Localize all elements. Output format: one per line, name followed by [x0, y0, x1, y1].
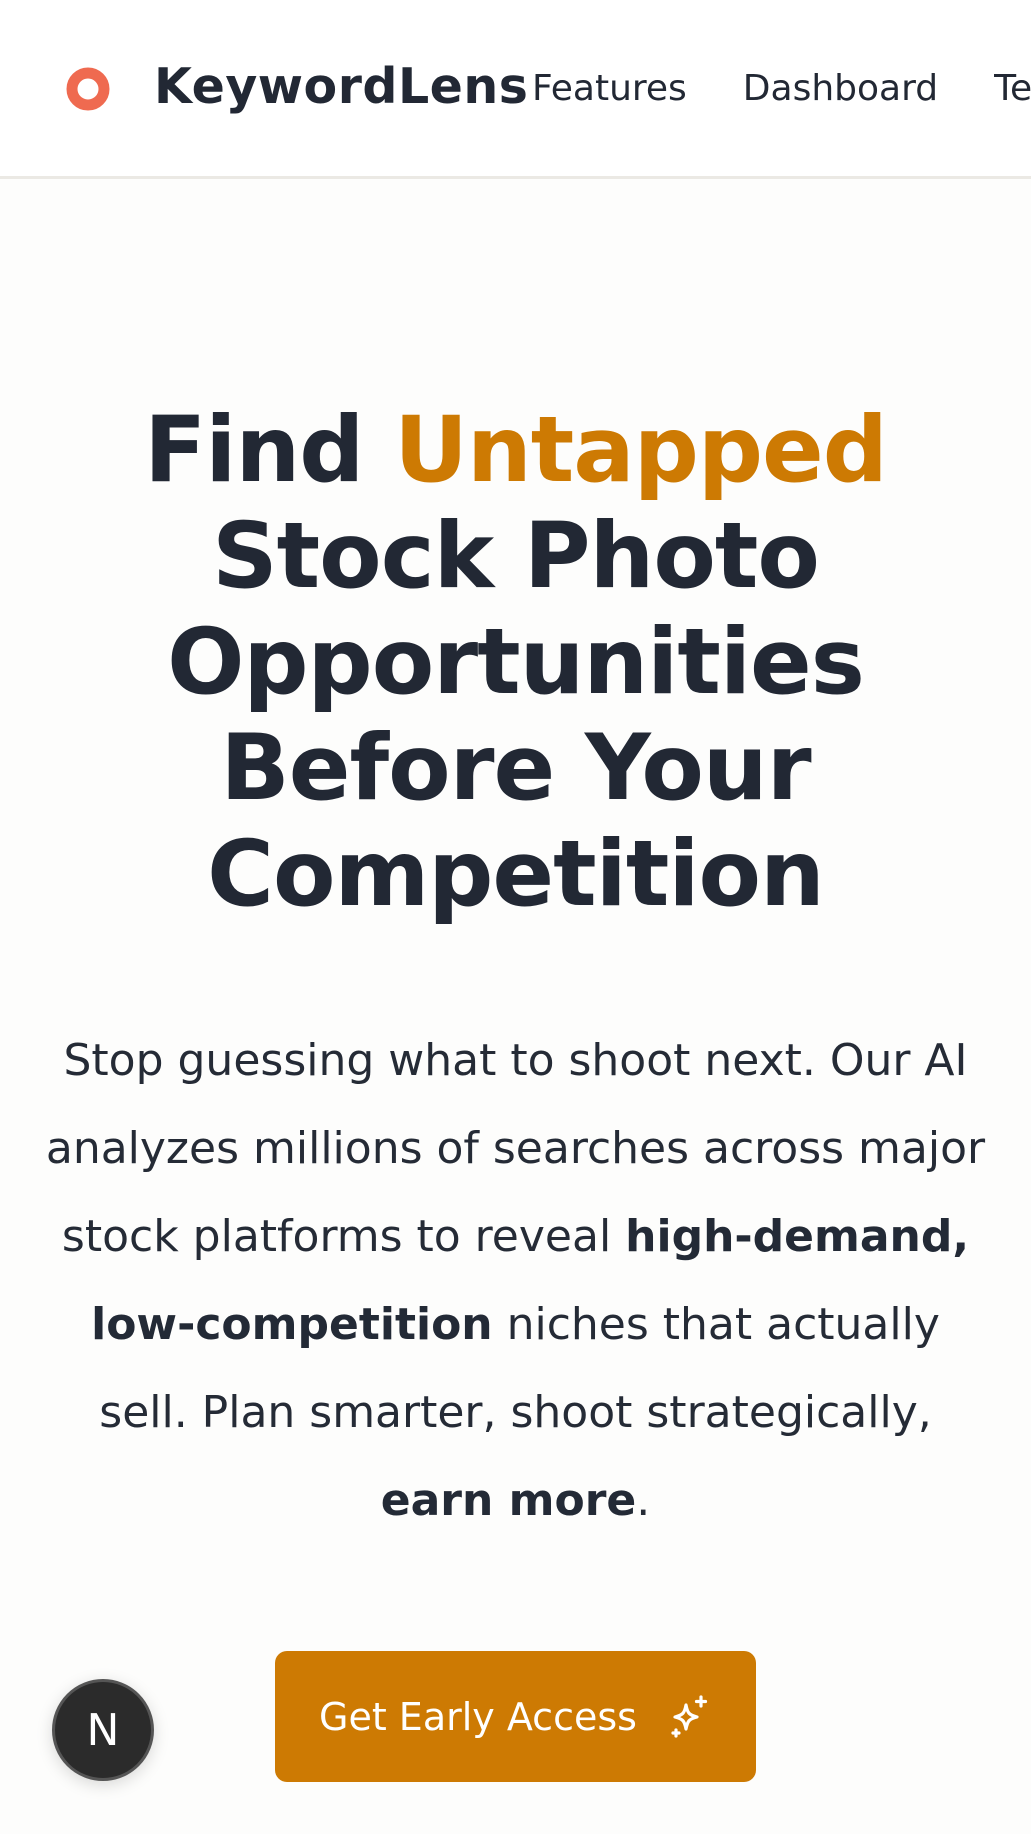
- hero-title-line-4: Before Your: [220, 716, 811, 821]
- cta-label: Get Early Access: [319, 1694, 637, 1739]
- brand-name[interactable]: KeywordLens: [154, 58, 528, 115]
- hero-title-line-5: Competition: [207, 822, 825, 927]
- hero-highlight-earn: earn more: [380, 1475, 637, 1526]
- sparkles-icon: [671, 1695, 708, 1738]
- get-early-access-button[interactable]: Get Early Access: [275, 1651, 756, 1782]
- ring-logo-icon[interactable]: [66, 67, 110, 111]
- nav-truncated[interactable]: Te: [994, 68, 1031, 110]
- main-nav: Features Dashboard Te: [532, 68, 1031, 110]
- hero-title: Find Untapped Stock Photo Opportunities …: [0, 398, 1031, 928]
- hero-title-line-2: Stock Photo: [212, 504, 820, 609]
- hero-title-accent: Untapped: [394, 398, 888, 503]
- hero-title-line-3: Opportunities: [167, 610, 865, 715]
- site-header: KeywordLens Features Dashboard Te: [0, 0, 1031, 179]
- nav-dashboard[interactable]: Dashboard: [743, 68, 938, 110]
- nextjs-dev-badge[interactable]: N: [52, 1679, 154, 1781]
- hero-subtitle: Stop guessing what to shoot next. Our AI…: [45, 1035, 986, 1526]
- nav-features[interactable]: Features: [532, 68, 687, 110]
- hero-title-line-1: Find Untapped: [144, 398, 888, 503]
